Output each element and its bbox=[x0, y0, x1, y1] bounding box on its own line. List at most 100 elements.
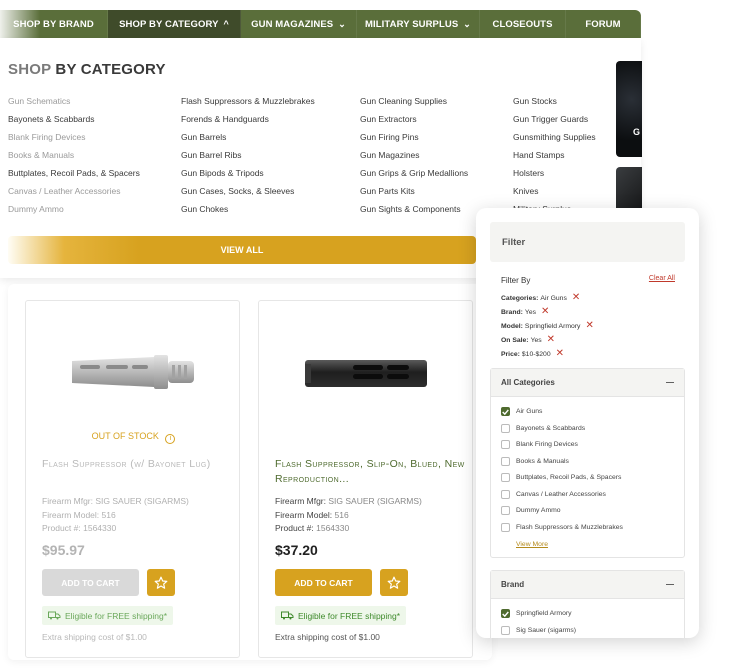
checkbox[interactable] bbox=[501, 506, 510, 515]
checkbox[interactable] bbox=[501, 440, 510, 449]
chevron-up-icon: ^ bbox=[223, 19, 229, 29]
remove-icon[interactable]: ✕ bbox=[547, 335, 555, 345]
categories-filter-header[interactable]: All Categories — bbox=[491, 369, 684, 397]
category-link[interactable]: Holsters bbox=[513, 168, 544, 178]
check-icon bbox=[502, 408, 509, 415]
nav-shop-by-category[interactable]: SHOP BY CATEGORY ^ bbox=[108, 10, 241, 38]
remove-icon[interactable]: ✕ bbox=[556, 349, 564, 359]
checkbox[interactable] bbox=[501, 625, 510, 635]
checkbox[interactable] bbox=[501, 407, 510, 416]
category-link[interactable]: Gun Bipods & Tripods bbox=[181, 168, 264, 178]
category-option[interactable]: Air Guns bbox=[501, 407, 542, 416]
category-link[interactable]: Hand Stamps bbox=[513, 150, 565, 160]
category-option[interactable]: Buttplates, Recoil Pads, & Spacers bbox=[501, 473, 621, 482]
category-link[interactable]: Canvas / Leather Accessories bbox=[8, 186, 120, 196]
category-link[interactable]: Bayonets & Scabbards bbox=[8, 114, 94, 124]
category-link[interactable]: Gunsmithing Supplies bbox=[513, 132, 596, 142]
nav-gun-magazines[interactable]: GUN MAGAZINES ⌄ bbox=[241, 10, 357, 38]
category-link[interactable]: Gun Firing Pins bbox=[360, 132, 419, 142]
product-image[interactable] bbox=[70, 351, 196, 402]
title-part: BY CATEGORY bbox=[51, 61, 166, 78]
category-link[interactable]: Gun Extractors bbox=[360, 114, 417, 124]
nav-label: GUN MAGAZINES bbox=[251, 18, 334, 30]
collapse-icon[interactable]: — bbox=[666, 580, 674, 589]
category-link[interactable]: Gun Barrels bbox=[181, 132, 226, 142]
product-number-label: Product #: bbox=[42, 523, 84, 533]
model-label: Firearm Model: bbox=[42, 509, 102, 520]
checkbox[interactable] bbox=[501, 473, 510, 482]
category-link[interactable]: Gun Trigger Guards bbox=[513, 114, 588, 124]
add-to-cart-button[interactable]: ADD TO CART bbox=[275, 569, 372, 596]
category-option[interactable]: Bayonets & Scabbards bbox=[501, 423, 585, 433]
model-label: Firearm Model: bbox=[275, 509, 335, 520]
remove-icon[interactable]: ✕ bbox=[585, 321, 593, 331]
category-link[interactable]: Forends & Handguards bbox=[181, 114, 269, 124]
product-name[interactable]: Flash Suppressor (w/ Bayonet Lug) bbox=[42, 457, 232, 472]
add-to-cart-button[interactable]: ADD TO CART bbox=[42, 569, 139, 596]
wishlist-button[interactable] bbox=[380, 569, 408, 596]
category-link[interactable]: Gun Sights & Components bbox=[360, 204, 461, 214]
product-card[interactable]: Flash Suppressor, Slip-On, Blued, New Re… bbox=[258, 300, 473, 658]
clear-all-link[interactable]: Clear All bbox=[649, 275, 675, 282]
checkbox[interactable] bbox=[501, 609, 510, 618]
category-option[interactable]: Dummy Ammo bbox=[501, 506, 561, 515]
category-link[interactable]: Flash Suppressors & Muzzlebrakes bbox=[181, 96, 315, 106]
category-option[interactable]: Books & Manuals bbox=[501, 456, 569, 466]
remove-icon[interactable]: ✕ bbox=[572, 293, 580, 303]
active-filter-chip: Model: Springfield Armory ✕ bbox=[501, 321, 594, 331]
promo-label: G bbox=[633, 127, 641, 137]
checkbox[interactable] bbox=[501, 456, 510, 466]
category-link[interactable]: Blank Firing Devices bbox=[8, 132, 85, 142]
category-link[interactable]: Gun Barrel Ribs bbox=[181, 150, 241, 160]
nav-military-surplus[interactable]: MILITARY SURPLUS ⌄ bbox=[357, 10, 480, 38]
category-link[interactable]: Gun Magazines bbox=[360, 150, 420, 160]
view-all-button[interactable]: VIEW ALL bbox=[8, 236, 476, 264]
category-option[interactable]: Blank Firing Devices bbox=[501, 440, 578, 449]
product-meta: Firearm Mfgr: SIG SAUER (SIGARMS) Firear… bbox=[275, 495, 422, 536]
brand-option[interactable]: Springfield Armory bbox=[501, 609, 572, 618]
page: SHOP BY BRAND SHOP BY CATEGORY ^ GUN MAGA… bbox=[0, 0, 731, 670]
category-link[interactable]: Books & Manuals bbox=[8, 150, 74, 160]
view-more-link[interactable]: View More bbox=[516, 541, 548, 548]
wishlist-button[interactable] bbox=[147, 569, 175, 596]
category-link[interactable]: Gun Grips & Grip Medallions bbox=[360, 168, 468, 178]
chevron-down-icon: ⌄ bbox=[463, 18, 471, 29]
page-title: SHOP BY CATEGORY bbox=[8, 61, 166, 78]
model-row: Firearm Model: 516 bbox=[42, 509, 189, 523]
promo-image[interactable]: G bbox=[616, 61, 642, 157]
category-link[interactable]: Buttplates, Recoil Pads, & Spacers bbox=[8, 168, 140, 178]
checkbox[interactable] bbox=[501, 522, 510, 532]
category-link[interactable]: Knives bbox=[513, 186, 539, 196]
category-option[interactable]: Flash Suppressors & Muzzlebrakes bbox=[501, 522, 623, 532]
chip-key: Brand: bbox=[501, 308, 523, 316]
filter-panel: Filter Filter By Clear All Categories: Ai… bbox=[476, 208, 699, 638]
category-link[interactable]: Gun Stocks bbox=[513, 96, 557, 106]
category-link[interactable]: Gun Chokes bbox=[181, 204, 228, 214]
checkbox[interactable] bbox=[501, 423, 510, 433]
collapse-icon[interactable]: — bbox=[666, 378, 674, 387]
nav-label: SHOP BY CATEGORY bbox=[119, 18, 219, 30]
nav-forum[interactable]: FORUM bbox=[566, 10, 641, 38]
active-filter-chip: On Sale: Yes ✕ bbox=[501, 335, 555, 345]
category-link[interactable]: Gun Schematics bbox=[8, 96, 70, 106]
category-link[interactable]: Gun Cleaning Supplies bbox=[360, 96, 447, 106]
product-name[interactable]: Flash Suppressor, Slip-On, Blued, New Re… bbox=[275, 457, 465, 487]
product-card[interactable]: OUT OF STOCK i Flash Suppressor (w/ Bayo… bbox=[25, 300, 240, 658]
product-image[interactable] bbox=[303, 353, 429, 398]
category-link[interactable]: Gun Parts Kits bbox=[360, 186, 415, 196]
option-label: Dummy Ammo bbox=[516, 507, 561, 514]
brand-option[interactable]: Sig Sauer (sigarms) bbox=[501, 625, 576, 635]
nav-label: CLOSEOUTS bbox=[492, 18, 553, 30]
brand-filter-header[interactable]: Brand — bbox=[491, 571, 684, 599]
remove-icon[interactable]: ✕ bbox=[541, 307, 549, 317]
nav-closeouts[interactable]: CLOSEOUTS bbox=[480, 10, 566, 38]
mfgr-value: SIG SAUER (SIGARMS) bbox=[328, 496, 422, 506]
category-link[interactable]: Dummy Ammo bbox=[8, 204, 64, 214]
category-option[interactable]: Canvas / Leather Accessories bbox=[501, 489, 606, 499]
category-link[interactable]: Gun Cases, Socks, & Sleeves bbox=[181, 186, 294, 196]
product-number-row: Product #: 1564330 bbox=[42, 522, 189, 536]
categories-filter: All Categories — Air Guns Bayonets & Scab… bbox=[490, 368, 685, 558]
promo-image[interactable] bbox=[616, 167, 642, 212]
checkbox[interactable] bbox=[501, 489, 510, 499]
filter-section-title: Brand bbox=[501, 580, 525, 589]
